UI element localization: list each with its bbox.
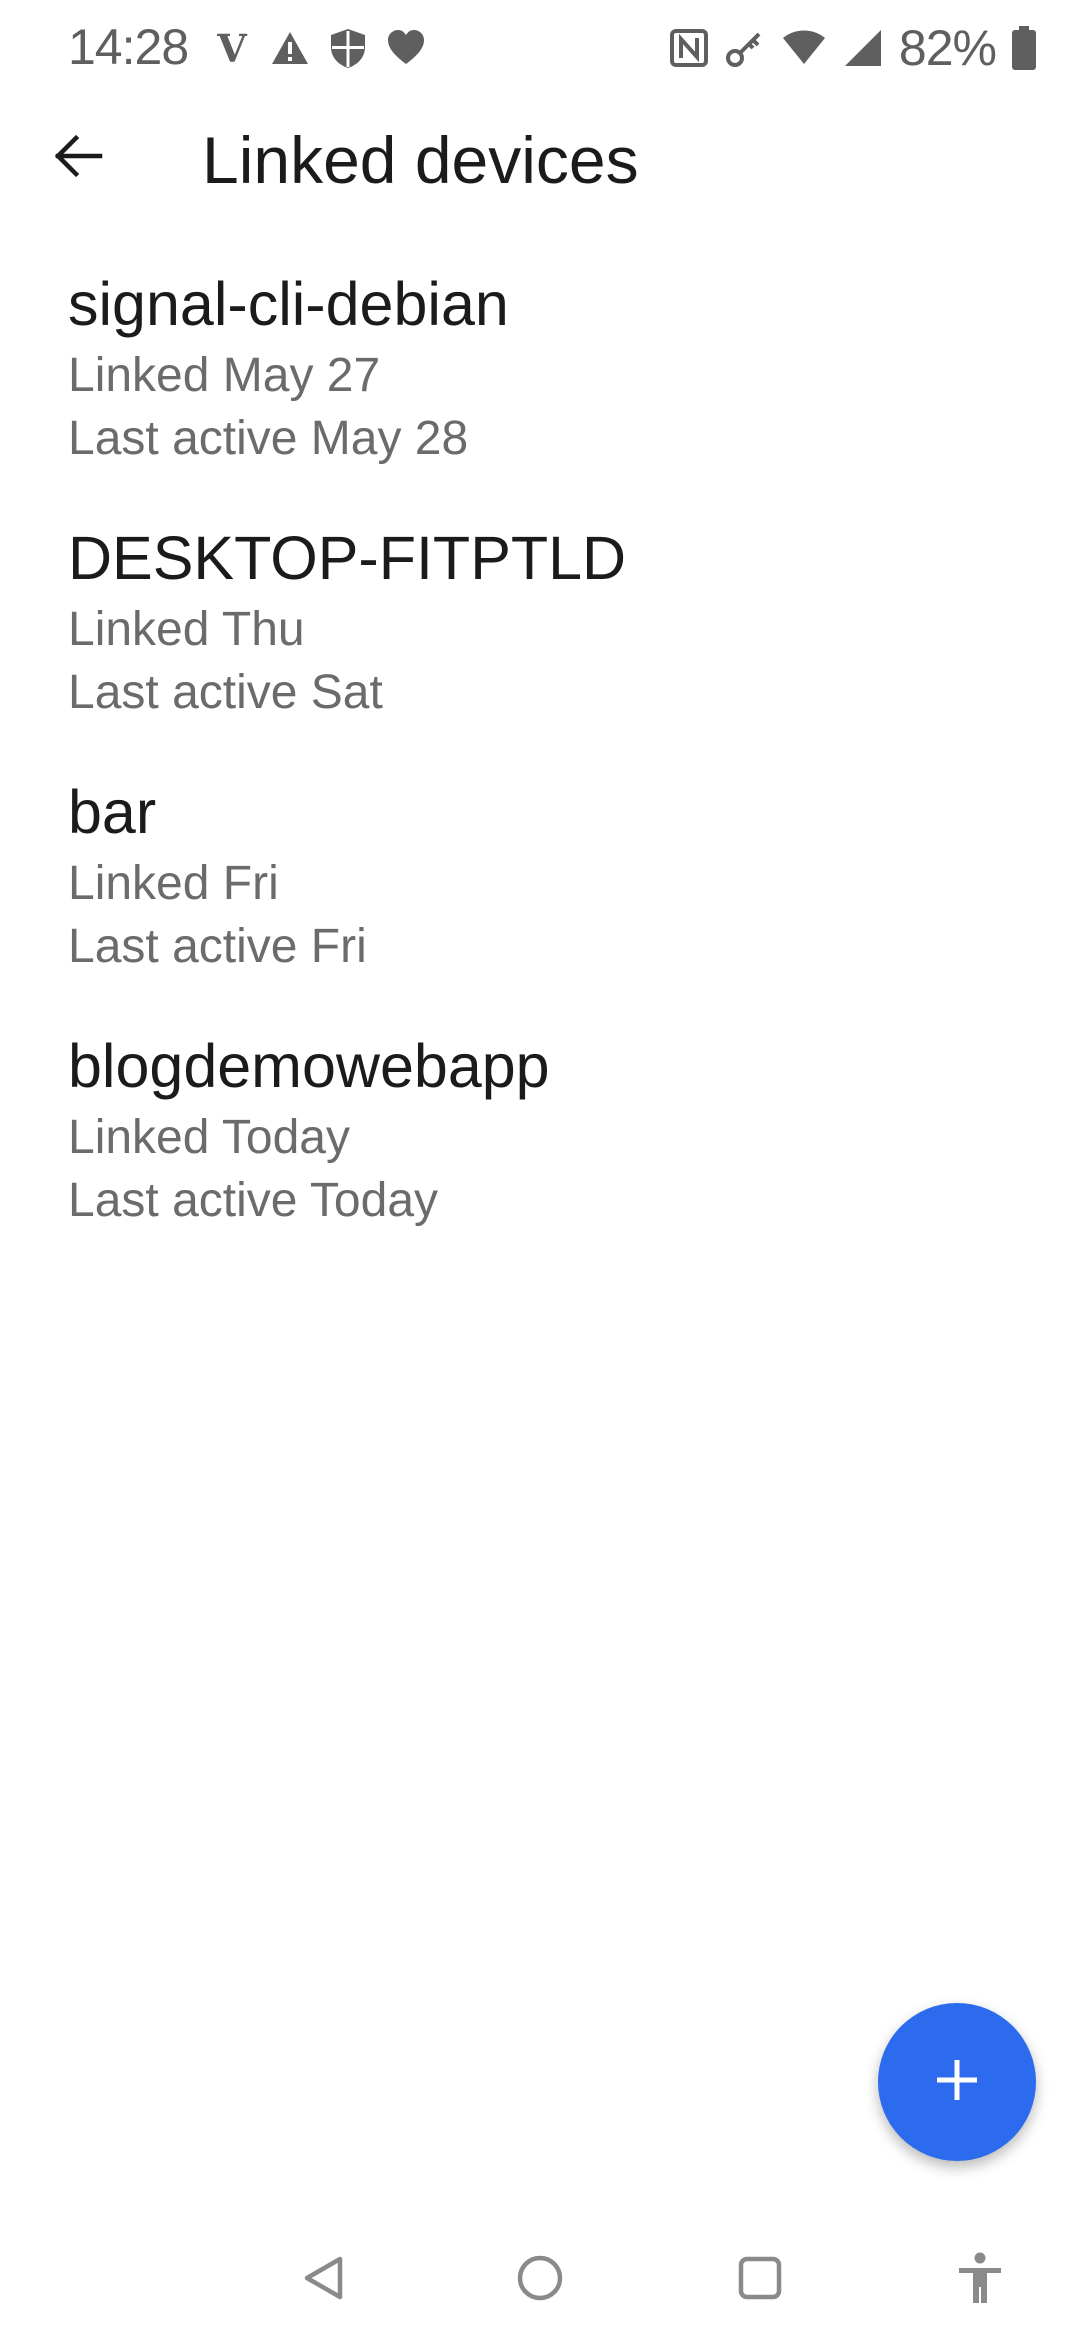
back-button[interactable] (38, 118, 118, 198)
warning-icon (270, 28, 310, 68)
cell-signal-icon (843, 28, 883, 68)
key-icon (725, 28, 765, 68)
device-item[interactable]: signal-cli-debian Linked May 27 Last act… (0, 264, 1080, 518)
nav-home-icon (514, 2252, 566, 2309)
nav-back-icon (299, 2253, 349, 2308)
link-new-device-button[interactable] (878, 2003, 1036, 2161)
device-name: signal-cli-debian (68, 270, 509, 338)
status-time: 14:28 (68, 19, 189, 75)
device-last-active: Last active Sat (68, 666, 383, 719)
device-linked-date: Linked Fri (68, 857, 279, 910)
device-item[interactable]: bar Linked Fri Last active Fri (0, 772, 1080, 1026)
v-app-icon: V (212, 28, 252, 68)
status-notification-icons: V (212, 22, 426, 74)
system-nav-bar (0, 2220, 1080, 2340)
heart-icon (386, 28, 426, 68)
status-bar: 14:28 V 82% (0, 0, 1080, 96)
device-linked-date: Linked May 27 (68, 349, 381, 402)
nav-home-button[interactable] (500, 2240, 580, 2320)
svg-text:V: V (216, 28, 248, 68)
nav-back-button[interactable] (284, 2240, 364, 2320)
plus-icon (933, 2056, 981, 2109)
wifi-icon (781, 28, 827, 68)
status-system-icons: 82% (669, 18, 1036, 78)
device-name: blogdemowebapp (68, 1032, 550, 1100)
battery-icon (1012, 26, 1036, 70)
nfc-icon (669, 28, 709, 68)
device-item[interactable]: blogdemowebapp Linked Today Last active … (0, 1026, 1080, 1280)
device-list: signal-cli-debian Linked May 27 Last act… (0, 264, 1080, 1280)
battery-percent: 82% (898, 20, 997, 76)
nav-recents-icon (735, 2253, 785, 2308)
device-last-active: Last active Fri (68, 920, 367, 973)
nav-recents-button[interactable] (720, 2240, 800, 2320)
accessibility-icon (955, 2251, 1005, 2310)
accessibility-button[interactable] (940, 2240, 1020, 2320)
arrow-back-icon (50, 128, 106, 189)
shield-icon (328, 27, 368, 69)
device-item[interactable]: DESKTOP-FITPTLD Linked Thu Last active S… (0, 518, 1080, 772)
device-linked-date: Linked Thu (68, 603, 305, 656)
device-last-active: Last active May 28 (68, 412, 469, 465)
device-name: DESKTOP-FITPTLD (68, 524, 627, 592)
device-linked-date: Linked Today (68, 1111, 350, 1164)
app-bar: Linked devices (0, 96, 1080, 226)
device-last-active: Last active Today (68, 1174, 439, 1227)
page-title: Linked devices (202, 123, 639, 197)
device-name: bar (68, 778, 157, 846)
